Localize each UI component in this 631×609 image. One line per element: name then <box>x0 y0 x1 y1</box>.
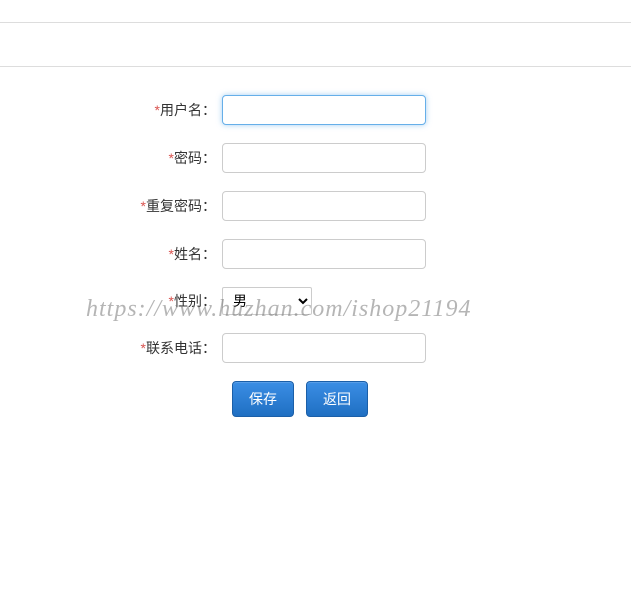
input-cell-gender: 男 <box>222 287 631 315</box>
input-cell-password <box>222 143 631 173</box>
label-name: *姓名： <box>0 244 222 264</box>
header-strip <box>0 0 631 23</box>
name-input[interactable] <box>222 239 426 269</box>
label-name-text: 姓名： <box>174 246 216 262</box>
input-cell-repeat-password <box>222 191 631 221</box>
input-cell-name <box>222 239 631 269</box>
save-button[interactable]: 保存 <box>232 381 294 417</box>
phone-input[interactable] <box>222 333 426 363</box>
password-input[interactable] <box>222 143 426 173</box>
gender-select[interactable]: 男 <box>222 287 312 315</box>
row-username: *用户名： <box>0 95 631 125</box>
repeat-password-input[interactable] <box>222 191 426 221</box>
label-repeat-password-text: 重复密码： <box>146 198 216 214</box>
sub-header-strip <box>0 23 631 67</box>
label-repeat-password: *重复密码： <box>0 196 222 216</box>
back-button[interactable]: 返回 <box>306 381 368 417</box>
label-username: *用户名： <box>0 100 222 120</box>
username-input[interactable] <box>222 95 426 125</box>
label-gender: *性别： <box>0 291 222 311</box>
label-username-text: 用户名： <box>160 102 216 118</box>
label-password: *密码： <box>0 148 222 168</box>
input-cell-phone <box>222 333 631 363</box>
label-gender-text: 性别： <box>174 293 216 309</box>
row-phone: *联系电话： <box>0 333 631 363</box>
form-container: *用户名： *密码： *重复密码： *姓名： *性别： <box>0 67 631 417</box>
input-cell-username <box>222 95 631 125</box>
row-name: *姓名： <box>0 239 631 269</box>
button-row: 保存 返回 <box>0 381 631 417</box>
row-gender: *性别： 男 <box>0 287 631 315</box>
row-repeat-password: *重复密码： <box>0 191 631 221</box>
row-password: *密码： <box>0 143 631 173</box>
label-phone: *联系电话： <box>0 338 222 358</box>
label-password-text: 密码： <box>174 150 216 166</box>
label-phone-text: 联系电话： <box>146 340 216 356</box>
